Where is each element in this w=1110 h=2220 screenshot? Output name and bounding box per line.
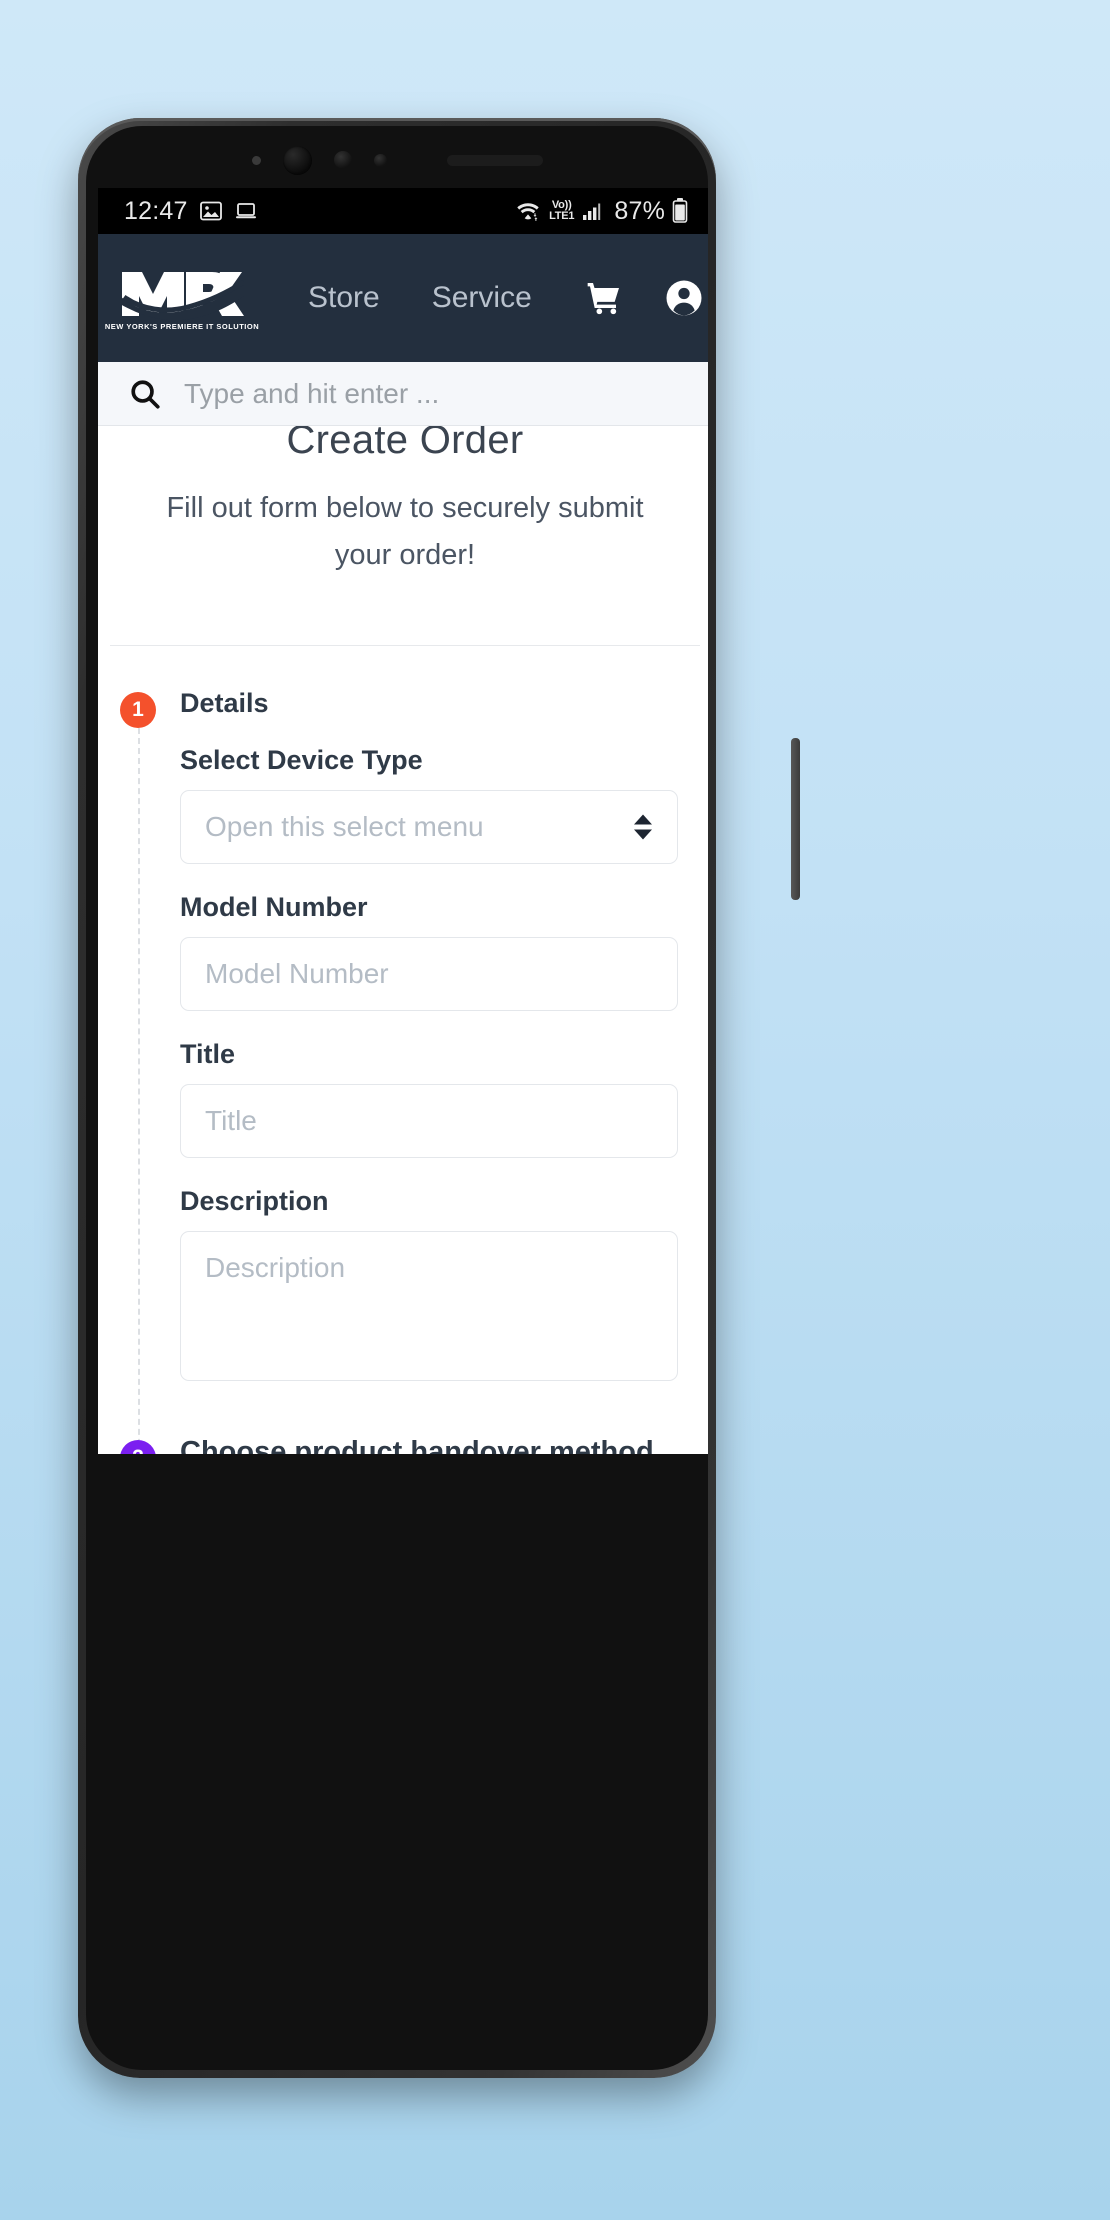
- status-bar: 12:47 Vo)) LTE1 87%: [98, 188, 708, 234]
- steps-container: 1 Details Select Device Type Open this s…: [98, 646, 708, 1454]
- account-icon[interactable]: [664, 278, 704, 318]
- step-details: 1 Details Select Device Type Open this s…: [98, 688, 708, 1386]
- phone-bezel: 12:47 Vo)) LTE1 87% NEW YORK'S PREMIERE …: [86, 126, 708, 2070]
- search-icon: [128, 377, 162, 411]
- phone-sensor-row: [86, 140, 708, 180]
- brand-logo[interactable]: NEW YORK'S PREMIERE IT SOLUTION: [105, 266, 259, 331]
- label-select-device-type: Select Device Type: [180, 744, 423, 775]
- step-badge-1: 1: [120, 691, 156, 728]
- status-time: 12:47: [124, 196, 188, 225]
- step-2-body: Choose product handover method: [98, 1436, 708, 1454]
- select-device-type[interactable]: [180, 789, 678, 864]
- select-device-type-wrap[interactable]: [180, 789, 678, 864]
- cart-icon[interactable]: [584, 278, 624, 318]
- status-bar-left: 12:47: [124, 197, 258, 226]
- laptop-icon: [234, 199, 258, 223]
- page-subtitle: Fill out form below to securely submit y…: [166, 492, 644, 571]
- label-model-number: Model Number: [180, 891, 368, 922]
- battery-percent: 87%: [614, 196, 665, 225]
- light-sensor-icon: [251, 155, 261, 165]
- iris-sensor-icon: [373, 153, 387, 167]
- volte-bottom-label: LTE1: [549, 210, 575, 222]
- label-title: Title: [180, 1038, 236, 1069]
- battery-icon: [672, 198, 688, 224]
- model-number-input[interactable]: [180, 936, 678, 1011]
- phone-screen: 12:47 Vo)) LTE1 87% NEW YORK'S PREMIERE …: [98, 188, 708, 1454]
- app-navbar: NEW YORK'S PREMIERE IT SOLUTION Store Se…: [98, 234, 708, 362]
- navbar-links: Store Service: [308, 281, 532, 315]
- step-2-title: Choose product handover method: [180, 1435, 654, 1454]
- search-input[interactable]: [184, 377, 708, 410]
- logo-mark-icon: [120, 266, 244, 320]
- title-input[interactable]: [180, 1083, 678, 1158]
- nav-link-store[interactable]: Store: [308, 281, 380, 315]
- step-1-body: Details Select Device Type Model Number: [98, 688, 708, 1386]
- step-handover: 2 Choose product handover method: [98, 1436, 708, 1454]
- front-camera-icon: [282, 145, 312, 175]
- phone-device-frame: 12:47 Vo)) LTE1 87% NEW YORK'S PREMIERE …: [78, 118, 800, 2078]
- proximity-sensor-icon: [333, 151, 352, 169]
- description-textarea[interactable]: [180, 1230, 678, 1381]
- brand-tagline: NEW YORK'S PREMIERE IT SOLUTION: [104, 321, 260, 331]
- label-description: Description: [180, 1185, 329, 1216]
- signal-bars-icon: [581, 199, 605, 223]
- earpiece-speaker: [446, 154, 543, 166]
- image-icon: [199, 199, 223, 223]
- navbar-icons: [584, 278, 704, 318]
- nav-link-service[interactable]: Service: [432, 281, 532, 315]
- page-content: Create Order Fill out form below to secu…: [98, 426, 708, 1454]
- power-button[interactable]: [791, 738, 800, 900]
- volte-indicator: Vo)) LTE1: [549, 200, 574, 222]
- wifi-icon: [515, 199, 542, 223]
- search-bar[interactable]: [98, 362, 708, 426]
- page-title: Create Order: [286, 426, 524, 462]
- step-1-title: Details: [180, 687, 269, 718]
- status-bar-right: Vo)) LTE1 87%: [515, 197, 688, 226]
